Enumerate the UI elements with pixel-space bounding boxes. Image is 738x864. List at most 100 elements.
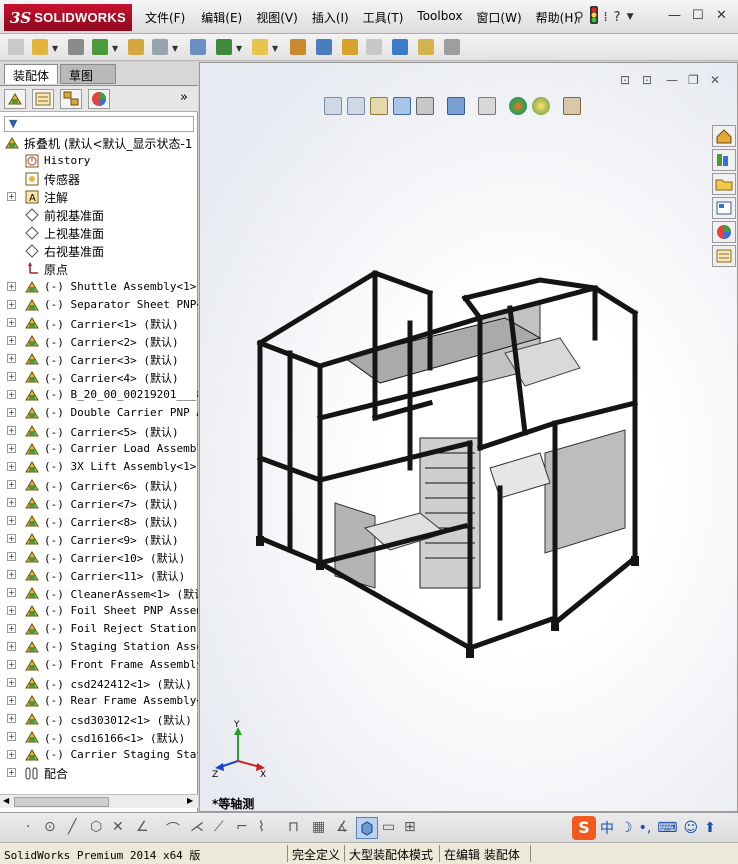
tree-item-right-plane[interactable]: 右视基准面 bbox=[0, 242, 198, 260]
menu-toolbox[interactable]: Toolbox bbox=[417, 9, 462, 26]
tree-item-component[interactable]: + (-) Carrier Staging Stati bbox=[0, 746, 198, 764]
expand-icon[interactable]: + bbox=[7, 462, 16, 471]
chevron-right-double-icon[interactable]: » bbox=[180, 90, 188, 105]
options-icon[interactable]: ⁞ bbox=[604, 10, 608, 25]
circle-icon[interactable]: ⊙ bbox=[44, 819, 56, 835]
fillet-icon[interactable]: ⌒ bbox=[166, 819, 180, 839]
section-view-icon[interactable] bbox=[393, 97, 411, 115]
expand-icon[interactable]: + bbox=[7, 408, 16, 417]
file-explorer-icon[interactable] bbox=[712, 173, 736, 195]
viewport-minimize-icon[interactable]: — bbox=[666, 73, 678, 87]
expand-icon[interactable]: + bbox=[7, 192, 16, 201]
feature-manager-icon[interactable] bbox=[4, 89, 26, 109]
viewport-tile-icon[interactable]: ⊡ bbox=[642, 73, 652, 87]
tree-item-component[interactable]: + (-) Carrier<10> (默认) bbox=[0, 548, 198, 566]
appearances-icon[interactable] bbox=[712, 221, 736, 243]
instant3d-icon[interactable] bbox=[418, 39, 434, 55]
zoom-to-fit-icon[interactable] bbox=[324, 97, 342, 115]
tree-item-component[interactable]: + (-) Shuttle Assembly<1> ( bbox=[0, 278, 198, 296]
assembly-model-render[interactable] bbox=[250, 258, 670, 678]
tree-item-mates[interactable]: + 配合 bbox=[0, 764, 198, 782]
expand-icon[interactable]: + bbox=[7, 444, 16, 453]
tree-item-component[interactable]: + (-) Double Carrier PNP As bbox=[0, 404, 198, 422]
menu-insert[interactable]: 插入(I) bbox=[312, 9, 349, 26]
expand-icon[interactable]: + bbox=[7, 552, 16, 561]
expand-icon[interactable]: + bbox=[7, 516, 16, 525]
tree-item-component[interactable]: + (-) B_20_00_00219201___850 bbox=[0, 386, 198, 404]
tree-item-sensors[interactable]: 传感器 bbox=[0, 170, 198, 188]
expand-icon[interactable]: + bbox=[7, 642, 16, 651]
move-component-icon[interactable] bbox=[152, 39, 168, 55]
tree-item-component[interactable]: + (-) csd16166<1> (默认) bbox=[0, 728, 198, 746]
expand-icon[interactable]: + bbox=[7, 750, 16, 759]
tab-sketch[interactable]: 草图 bbox=[60, 64, 116, 84]
sogou-logo[interactable]: S bbox=[572, 816, 596, 840]
tree-item-component[interactable]: + (-) csd303012<1> (默认) bbox=[0, 710, 198, 728]
spline-icon[interactable]: ⌇ bbox=[258, 819, 265, 835]
solidworks-logo[interactable]: 3S SOLIDWORKS bbox=[4, 4, 132, 31]
exploded-view-icon[interactable] bbox=[342, 39, 358, 55]
view-orientation-icon[interactable] bbox=[416, 97, 434, 115]
tree-item-component[interactable]: + (-) Carrier<11> (默认) bbox=[0, 566, 198, 584]
interference-detection-icon[interactable] bbox=[392, 39, 408, 55]
expand-icon[interactable]: + bbox=[7, 390, 16, 399]
polygon-icon[interactable]: ⬡ bbox=[90, 819, 102, 835]
expand-icon[interactable]: + bbox=[7, 534, 16, 543]
viewport-split-icon[interactable]: ⊡ bbox=[620, 73, 630, 87]
tree-item-component[interactable]: + (-) Carrier<6> (默认) bbox=[0, 476, 198, 494]
view-settings-icon[interactable] bbox=[563, 97, 581, 115]
tree-item-component[interactable]: + (-) CleanerAssem<1> (默认 bbox=[0, 584, 198, 602]
tree-item-annotations[interactable]: + A 注解 bbox=[0, 188, 198, 206]
close-icon[interactable]: ✕ bbox=[716, 8, 727, 23]
view-cube-button[interactable] bbox=[356, 817, 378, 839]
grid-icon[interactable]: ▦ bbox=[312, 819, 325, 835]
scroll-right-icon[interactable]: ▶ bbox=[187, 796, 193, 805]
help-question-icon[interactable]: ? bbox=[614, 10, 621, 25]
chevron-down-icon[interactable]: ▼ bbox=[52, 44, 58, 53]
view-palette-icon[interactable] bbox=[712, 197, 736, 219]
viewport-restore-icon[interactable]: ❐ bbox=[688, 73, 699, 87]
tree-filter-input[interactable]: ▼ bbox=[4, 116, 194, 132]
component-icon[interactable] bbox=[8, 39, 24, 55]
bill-of-materials-icon[interactable] bbox=[316, 39, 332, 55]
shirt-icon[interactable]: ⬆ bbox=[704, 820, 716, 836]
expand-icon[interactable]: + bbox=[7, 318, 16, 327]
menu-file[interactable]: 文件(F) bbox=[145, 9, 185, 26]
minimize-icon[interactable]: — bbox=[668, 8, 681, 23]
tree-item-component[interactable]: + (-) Carrier<1> (默认) bbox=[0, 314, 198, 332]
trim-icon[interactable]: ✕ bbox=[112, 819, 124, 835]
expand-icon[interactable]: + bbox=[7, 354, 16, 363]
linear-pattern-icon[interactable] bbox=[92, 39, 108, 55]
previous-view-icon[interactable] bbox=[370, 97, 388, 115]
menu-tools[interactable]: 工具(T) bbox=[363, 9, 404, 26]
tree-item-front-plane[interactable]: 前视基准面 bbox=[0, 206, 198, 224]
offset-icon[interactable]: ⟋ bbox=[214, 819, 224, 835]
insert-component-icon[interactable] bbox=[32, 39, 48, 55]
home-icon[interactable] bbox=[712, 125, 736, 147]
chevron-down-icon[interactable]: ▼ bbox=[236, 44, 242, 53]
expand-icon[interactable]: + bbox=[7, 714, 16, 723]
tree-item-component[interactable]: + (-) Carrier<7> (默认) bbox=[0, 494, 198, 512]
expand-icon[interactable]: + bbox=[7, 282, 16, 291]
tree-item-component[interactable]: + (-) Foil Sheet PNP Assemb bbox=[0, 602, 198, 620]
expand-icon[interactable]: + bbox=[7, 696, 16, 705]
expand-icon[interactable]: + bbox=[7, 624, 16, 633]
tree-item-origin[interactable]: 原点 bbox=[0, 260, 198, 278]
expand-icon[interactable]: + bbox=[7, 588, 16, 597]
expand-icon[interactable]: + bbox=[7, 606, 16, 615]
scroll-left-icon[interactable]: ◀ bbox=[3, 796, 9, 805]
tree-root-assembly[interactable]: 拆叠机 (默认<默认_显示状态-1 bbox=[0, 134, 198, 152]
chevron-down-icon[interactable]: ▼ bbox=[272, 44, 278, 53]
display-style-icon[interactable] bbox=[447, 97, 465, 115]
dimension-icon[interactable]: ⊓ bbox=[288, 819, 299, 835]
chevron-down-icon[interactable]: ▼ bbox=[172, 44, 178, 53]
tree-item-component[interactable]: + (-) Rear Frame Assembly<1 bbox=[0, 692, 198, 710]
menu-edit[interactable]: 编辑(E) bbox=[201, 9, 242, 26]
ime-language[interactable]: 中 bbox=[600, 818, 614, 838]
apply-scene-icon[interactable] bbox=[532, 97, 550, 115]
tree-item-component[interactable]: + (-) Separator Sheet PNP<1 bbox=[0, 296, 198, 314]
property-manager-icon[interactable] bbox=[32, 89, 54, 109]
new-motion-study-icon[interactable] bbox=[290, 39, 306, 55]
chevron-down-icon[interactable]: ▼ bbox=[627, 12, 634, 22]
tree-item-component[interactable]: + (-) Carrier<3> (默认) bbox=[0, 350, 198, 368]
